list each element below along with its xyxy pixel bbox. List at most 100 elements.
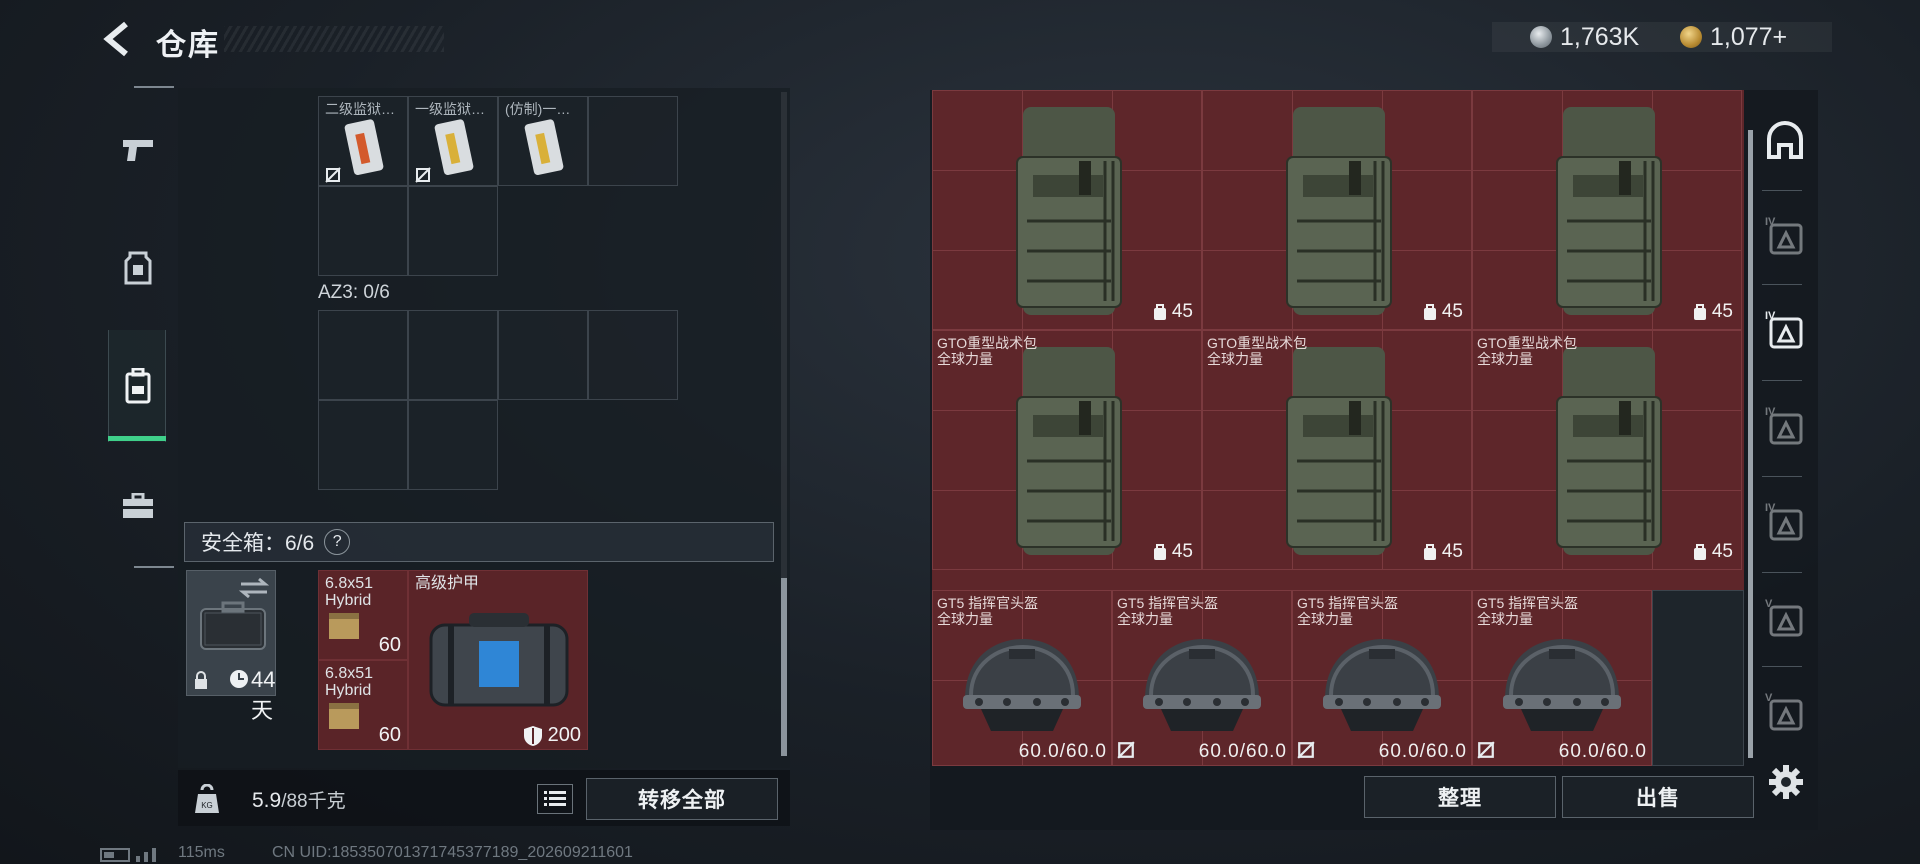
back-button[interactable] <box>100 20 134 58</box>
side-tab-divider <box>1762 572 1802 573</box>
backpack-brand: 全球力量 <box>1207 351 1263 367</box>
backpack-capacity: 45 <box>1422 301 1463 323</box>
side-tab-7[interactable]: V <box>1762 690 1808 736</box>
inventory-slot[interactable]: 一级监狱… <box>408 96 498 186</box>
backpack-image <box>1279 341 1399 566</box>
shield-icon <box>524 726 542 746</box>
ammo-box-icon <box>329 703 359 729</box>
inventory-slot[interactable] <box>408 186 498 276</box>
armor-slot[interactable]: 高级护甲 200 <box>408 570 588 750</box>
no-transfer-icon <box>1477 741 1495 759</box>
case-tier-v-alt-icon: V <box>1763 689 1807 738</box>
chestrig-tier-iv-icon: IV <box>1763 403 1807 452</box>
inventory-slot[interactable]: (仿制)一… <box>498 96 588 186</box>
sell-button[interactable]: 出售 <box>1562 776 1754 818</box>
backpack-capacity: 45 <box>1152 301 1193 323</box>
inventory-slot[interactable] <box>408 310 498 400</box>
backpack-name: GTO重型战术包 <box>1477 335 1578 351</box>
side-tab-4[interactable]: IV <box>1762 404 1808 450</box>
side-tab-divider <box>1762 284 1802 285</box>
page-title: 仓库 <box>156 29 220 62</box>
capacity-icon <box>1693 544 1706 560</box>
nav-weapons[interactable] <box>110 122 166 178</box>
helmet-name: GT5 指挥官头盔 <box>1297 595 1399 611</box>
organize-button[interactable]: 整理 <box>1364 776 1556 818</box>
helmet-durability: 60.0/60.0 <box>1378 741 1467 762</box>
backpack-brand: 全球力量 <box>1477 351 1533 367</box>
ammo-slot[interactable]: 6.8x51 Hybrid 60 <box>318 570 408 660</box>
backpack-capacity: 45 <box>1692 541 1733 563</box>
helmet-item[interactable]: GT5 指挥官头盔 全球力量 60.0/60.0 <box>1112 590 1292 766</box>
uid-display: CN UID:185350701371745377189_20260921160… <box>272 844 633 861</box>
backpack-image <box>1009 341 1129 566</box>
inventory-slot[interactable] <box>498 310 588 400</box>
inventory-slot[interactable] <box>318 186 408 276</box>
backpack-item[interactable]: 45 <box>1472 90 1742 330</box>
inventory-slot[interactable] <box>408 400 498 490</box>
backpack-item[interactable]: GTO重型战术包 全球力量 45 <box>932 330 1202 570</box>
helmet-image <box>1497 635 1627 740</box>
helmet-item[interactable]: GT5 指挥官头盔 全球力量 60.0/60.0 <box>1472 590 1652 766</box>
side-tab-6[interactable]: V <box>1762 596 1808 642</box>
no-transfer-icon <box>1297 741 1315 759</box>
inventory-slot[interactable] <box>318 310 408 400</box>
helmet-tab-icon <box>1765 120 1805 166</box>
backpack-image <box>1549 341 1669 566</box>
inventory-slot[interactable]: 二级监狱… <box>318 96 408 186</box>
nav-toolbox[interactable] <box>110 478 166 534</box>
backpack-item[interactable]: 45 <box>1202 90 1472 330</box>
helmet-brand: 全球力量 <box>1297 611 1353 627</box>
gold-currency[interactable]: 1,077+ <box>1680 22 1787 52</box>
backpack-name: GTO重型战术包 <box>1207 335 1308 351</box>
ammo-name: 6.8x51 Hybrid <box>325 575 374 609</box>
backpack-image <box>1009 101 1129 326</box>
backpack-capacity: 45 <box>1152 541 1193 563</box>
capacity-value: 45 <box>1711 301 1733 322</box>
side-tab-1[interactable] <box>1762 120 1808 166</box>
list-view-button[interactable] <box>537 784 573 814</box>
settings-button[interactable] <box>1766 762 1806 802</box>
container-scrollbar-thumb[interactable] <box>781 578 787 756</box>
weight-unit: /88千克 <box>281 791 346 812</box>
capacity-value: 45 <box>1441 541 1463 562</box>
side-tab-5[interactable]: IV <box>1762 500 1808 546</box>
capacity-icon <box>1423 304 1436 320</box>
backpack-item[interactable]: 45 <box>932 90 1202 330</box>
nav-backpack[interactable] <box>110 358 166 414</box>
silver-currency[interactable]: 1,763K <box>1530 22 1639 52</box>
side-tab-2[interactable]: IV <box>1762 214 1808 260</box>
battery-signal-icon <box>100 848 156 862</box>
capacity-icon <box>1693 304 1706 320</box>
backpack-scrollbar[interactable] <box>1748 130 1753 758</box>
helmet-item[interactable]: GT5 指挥官头盔 全球力量 60.0/60.0 <box>932 590 1112 766</box>
empty-slot[interactable] <box>1652 590 1744 766</box>
transfer-all-button[interactable]: 转移全部 <box>586 778 778 820</box>
helmet-durability: 60.0/60.0 <box>1558 741 1647 762</box>
helmet-image <box>1137 635 1267 740</box>
backpack-item[interactable]: GTO重型战术包 全球力量 45 <box>1472 330 1742 570</box>
ammo-slot[interactable]: 6.8x51 Hybrid 60 <box>318 660 408 750</box>
safe-case-slot[interactable]: 44天 <box>186 570 276 723</box>
side-tab-3[interactable]: IV <box>1762 308 1808 354</box>
helmet-item[interactable]: GT5 指挥官头盔 全球力量 60.0/60.0 <box>1292 590 1472 766</box>
helmet-durability: 60.0/60.0 <box>1198 741 1287 762</box>
inventory-slot[interactable] <box>588 310 678 400</box>
safe-box-header: 安全箱：6/6 ? <box>184 522 774 562</box>
helmet-name: GT5 指挥官头盔 <box>937 595 1039 611</box>
help-icon[interactable]: ? <box>324 529 351 555</box>
nav-armor[interactable] <box>110 240 166 296</box>
inventory-slot[interactable] <box>588 96 678 186</box>
capacity-value: 45 <box>1171 541 1193 562</box>
safe-box-label: 安全箱：6/6 <box>201 532 315 555</box>
title-decoration <box>224 26 444 52</box>
backpack-item[interactable]: GTO重型战术包 全球力量 45 <box>1202 330 1472 570</box>
armor-bag-icon <box>429 613 569 707</box>
ammo-count: 60 <box>378 724 401 746</box>
side-tab-divider <box>1762 380 1802 381</box>
helmet-brand: 全球力量 <box>1477 611 1533 627</box>
helmet-image <box>957 635 1087 740</box>
backpack-icon <box>125 368 151 404</box>
inventory-slot[interactable] <box>318 400 408 490</box>
pistol-icon <box>123 140 153 161</box>
backpack-name: GTO重型战术包 <box>937 335 1038 351</box>
